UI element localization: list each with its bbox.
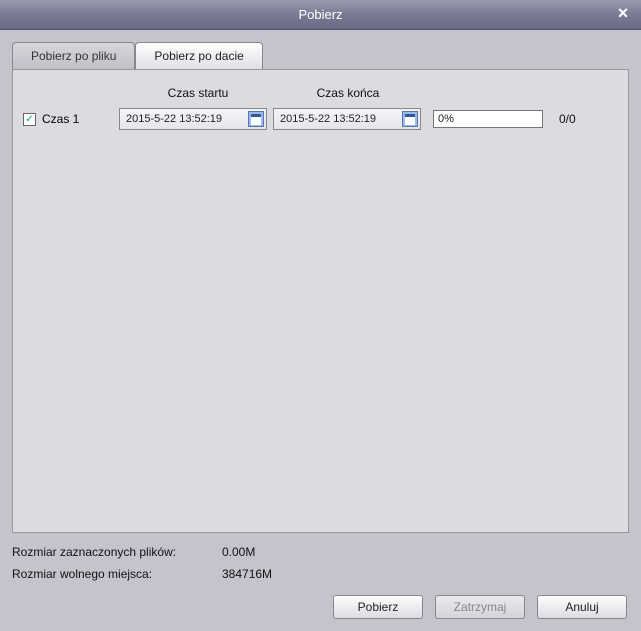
header-start-time: Czas startu: [123, 86, 273, 100]
content-panel: Czas startu Czas końca ✓ Czas 1 2015-5-2…: [12, 69, 629, 533]
column-headers: Czas startu Czas końca: [23, 86, 618, 100]
calendar-icon[interactable]: [402, 111, 418, 127]
free-space-row: Rozmiar wolnego miejsca: 384716M: [12, 567, 629, 581]
progress-bar: 0%: [433, 110, 543, 128]
free-space-value: 384716M: [222, 567, 272, 581]
progress-text: 0%: [438, 113, 454, 125]
row-label-group: ✓ Czas 1: [23, 112, 113, 126]
row-label: Czas 1: [42, 112, 79, 126]
tab-by-date[interactable]: Pobierz po dacie: [135, 42, 262, 69]
end-time-value: 2015-5-22 13:52:19: [280, 113, 402, 125]
stop-button[interactable]: Zatrzymaj: [435, 595, 525, 619]
end-time-input[interactable]: 2015-5-22 13:52:19: [273, 108, 421, 130]
progress-fraction: 0/0: [559, 112, 576, 126]
titlebar: Pobierz ×: [0, 0, 641, 30]
button-row: Pobierz Zatrzymaj Anuluj: [0, 589, 641, 631]
start-time-value: 2015-5-22 13:52:19: [126, 113, 248, 125]
header-end-time: Czas końca: [273, 86, 423, 100]
time-row-1: ✓ Czas 1 2015-5-22 13:52:19 2015-5-22 13…: [23, 108, 618, 130]
close-icon[interactable]: ×: [613, 4, 633, 24]
cancel-button[interactable]: Anuluj: [537, 595, 627, 619]
selected-size-label: Rozmiar zaznaczonych plików:: [12, 545, 222, 559]
free-space-label: Rozmiar wolnego miejsca:: [12, 567, 222, 581]
window-title: Pobierz: [298, 7, 342, 22]
calendar-icon[interactable]: [248, 111, 264, 127]
footer-info: Rozmiar zaznaczonych plików: 0.00M Rozmi…: [0, 541, 641, 589]
download-button[interactable]: Pobierz: [333, 595, 423, 619]
selected-size-value: 0.00M: [222, 545, 255, 559]
tab-strip: Pobierz po pliku Pobierz po dacie: [0, 30, 641, 69]
row-checkbox[interactable]: ✓: [23, 113, 36, 126]
start-time-input[interactable]: 2015-5-22 13:52:19: [119, 108, 267, 130]
download-dialog: Pobierz × Pobierz po pliku Pobierz po da…: [0, 0, 641, 631]
tab-by-file[interactable]: Pobierz po pliku: [12, 42, 135, 69]
selected-size-row: Rozmiar zaznaczonych plików: 0.00M: [12, 545, 629, 559]
